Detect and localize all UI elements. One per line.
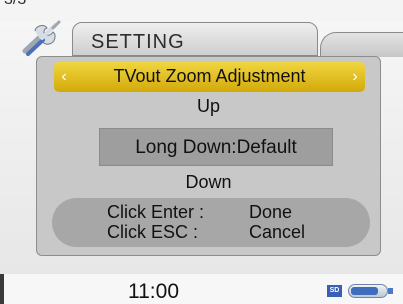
down-label: Down <box>185 172 232 192</box>
help-esc-key: Click ESC : <box>107 222 199 242</box>
device-screen: 3/3 SETTING ‹ TVout Zoom Adjustment › Up… <box>0 0 403 304</box>
dialog-title-bar: ‹ TVout Zoom Adjustment › <box>54 62 365 92</box>
clock-time: 11:00 <box>128 280 179 303</box>
help-enter-value: Done <box>249 202 293 222</box>
default-option-label: Long Down:Default <box>135 137 297 158</box>
help-esc-value: Cancel <box>249 222 306 242</box>
help-row-enter: Click Enter : Done <box>107 202 357 222</box>
help-row-esc: Click ESC : Cancel <box>107 222 357 242</box>
top-cutoff-text: 3/3 <box>4 0 26 9</box>
status-bar: 11:00 SD <box>0 274 403 304</box>
battery-cap <box>388 288 393 294</box>
left-notch <box>0 274 4 304</box>
battery-icon <box>348 284 388 298</box>
help-enter-key: Click Enter : <box>107 202 205 222</box>
dialog-title: TVout Zoom Adjustment <box>113 66 306 86</box>
tab-setting-label: SETTING <box>91 31 185 53</box>
battery-fill <box>351 287 378 295</box>
zoom-adjustment-dialog: ‹ TVout Zoom Adjustment › Up Long Down:D… <box>36 56 381 256</box>
up-label: Up <box>196 96 220 116</box>
sd-card-icon: SD <box>327 285 342 297</box>
tab-bar: SETTING <box>0 14 403 57</box>
sd-card-label: SD <box>329 287 340 294</box>
help-panel: Click Enter : Done Click ESC : Cancel <box>52 198 370 247</box>
tab-right <box>320 32 403 57</box>
tab-setting[interactable]: SETTING <box>72 22 318 56</box>
right-arrow[interactable]: › <box>349 68 361 86</box>
default-option[interactable]: Long Down:Default <box>99 128 333 166</box>
